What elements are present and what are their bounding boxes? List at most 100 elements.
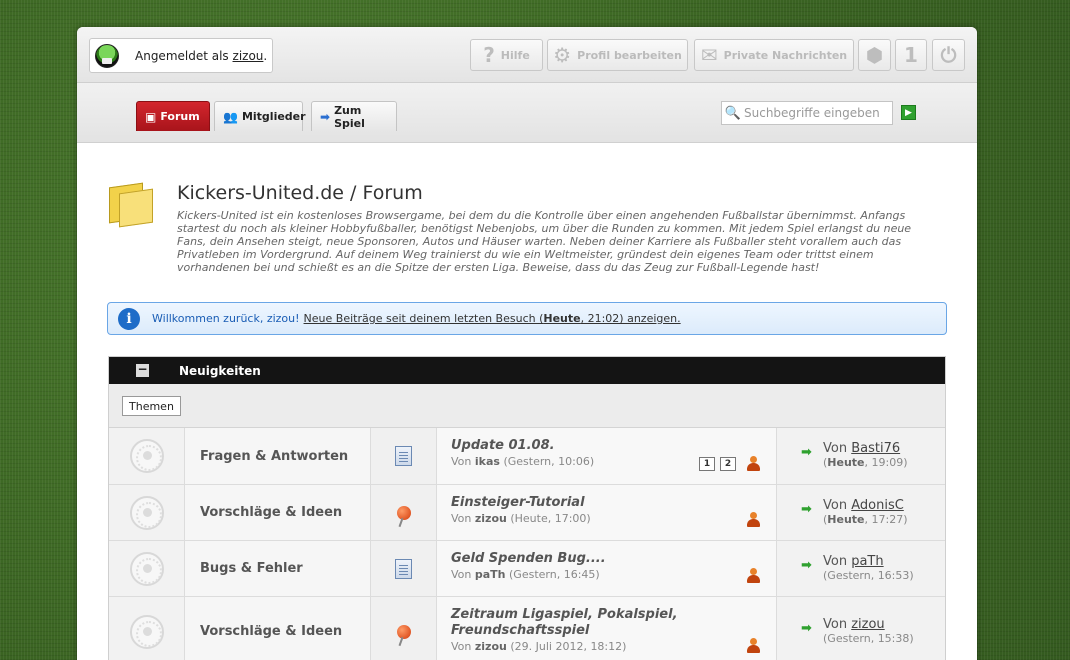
help-label: Hilfe (500, 48, 530, 62)
last-post-user-link[interactable]: paTh (851, 554, 883, 569)
edit-profile-button[interactable]: ⚙ Profil bearbeiten (547, 39, 688, 71)
page-title: Kickers-United.de / Forum (177, 182, 423, 204)
user-icon (746, 568, 760, 584)
forum-icon: ▣ (145, 109, 157, 124)
search-input[interactable] (744, 106, 884, 120)
user-icon (746, 512, 760, 528)
topic-by-prefix: Von (451, 568, 472, 581)
topic-type-cell (371, 485, 437, 540)
gear-icon: ⚙ (553, 43, 572, 67)
topic-author: zizou (474, 640, 507, 653)
search-box: 🔍 (721, 101, 893, 125)
search-submit-button[interactable]: ▶ (901, 105, 916, 120)
last-post-by-prefix: Von (823, 441, 848, 456)
topic-cell: Geld Spenden Bug.... Von paTh (Gestern, … (437, 541, 777, 596)
private-messages-button[interactable]: ✉ Private Nachrichten (694, 39, 854, 71)
status-cell (109, 597, 185, 660)
last-post-day: Heute (827, 513, 865, 526)
document-icon (395, 558, 412, 579)
themen-button[interactable]: Themen (122, 396, 181, 416)
new-posts-link-suffix: , 21:02) anzeigen. (580, 312, 681, 325)
last-post-cell: ➡ Von AdonisC (Heute, 17:27) (777, 485, 945, 540)
notifications-button[interactable]: ⬢ (858, 39, 891, 71)
last-post-author-line: Von Basti76 (823, 441, 945, 456)
status-cell (109, 485, 185, 540)
last-post-by-prefix: Von (823, 498, 848, 513)
last-post-by-prefix: Von (823, 554, 848, 569)
logged-in-suffix: . (263, 48, 268, 63)
username-link[interactable]: zizou (233, 49, 264, 63)
last-post-day: Heute (827, 456, 865, 469)
section-header: − Neuigkeiten (109, 357, 945, 384)
logged-in-text: Angemeldet als zizou. (135, 49, 267, 63)
counter-button[interactable]: 1 (895, 39, 927, 71)
table-row: Fragen & Antworten Update 01.08. Von ika… (109, 428, 945, 485)
board-name[interactable]: Fragen & Antworten (185, 428, 371, 484)
pin-icon (396, 624, 411, 639)
user-bar: Angemeldet als zizou. ? Hilfe ⚙ Profil b… (77, 27, 977, 83)
collapse-button[interactable]: − (136, 363, 149, 377)
topic-author: paTh (474, 568, 506, 581)
page-link[interactable]: 1 (699, 457, 715, 471)
help-button[interactable]: ? Hilfe (470, 39, 543, 71)
topic-title[interactable]: Update 01.08. (451, 438, 762, 454)
last-post-author-line: Von AdonisC (823, 498, 945, 513)
topic-title[interactable]: Zeitraum Ligaspiel, Pokalspiel, Freundsc… (451, 607, 716, 639)
board-name[interactable]: Bugs & Fehler (185, 541, 371, 596)
last-post-time: (Gestern, 16:53) (823, 569, 914, 582)
arrow-right-icon: ➡ (801, 558, 812, 573)
board-name[interactable]: Vorschläge & Ideen (185, 485, 371, 540)
topic-cell: Zeitraum Ligaspiel, Pokalspiel, Freundsc… (437, 597, 777, 660)
topic-type-cell (371, 428, 437, 484)
board-name[interactable]: Vorschläge & Ideen (185, 597, 371, 660)
topic-type-cell (371, 597, 437, 660)
tab-to-game[interactable]: ➡ Zum Spiel (311, 101, 397, 131)
last-post-cell: ➡ Von paTh (Gestern, 16:53) (777, 541, 945, 596)
topic-time: (Heute, 17:00) (510, 512, 591, 525)
pin-icon (396, 505, 411, 520)
count-label: 1 (904, 43, 918, 67)
section-subbar: Themen (109, 384, 945, 428)
members-icon: 👥 (223, 109, 238, 124)
arrow-right-icon: ➡ (320, 109, 331, 124)
last-post-by-prefix: Von (823, 617, 848, 632)
table-row: Vorschläge & Ideen Einsteiger-Tutorial V… (109, 485, 945, 541)
arrow-right-icon: ➡ (801, 445, 812, 460)
last-post-cell: ➡ Von Basti76 (Heute, 19:09) (777, 428, 945, 484)
tab-members[interactable]: 👥 Mitglieder (214, 101, 306, 131)
welcome-greeting: Willkommen zurück, zizou! (152, 312, 300, 325)
folder-icon (107, 179, 155, 228)
user-icon (746, 456, 760, 472)
new-posts-link-day: Heute (543, 312, 581, 325)
envelope-icon: ✉ (700, 43, 718, 67)
section-title: Neuigkeiten (179, 363, 261, 378)
table-row: Bugs & Fehler Geld Spenden Bug.... Von p… (109, 541, 945, 597)
last-post-time-text: , 19:09) (864, 456, 908, 469)
logout-button[interactable]: ⏻ (932, 39, 965, 71)
tab-forum[interactable]: ▣ Forum (136, 101, 210, 131)
page-link[interactable]: 2 (720, 457, 736, 471)
topic-cell: Einsteiger-Tutorial Von zizou (Heute, 17… (437, 485, 777, 540)
forum-page: Angemeldet als zizou. ? Hilfe ⚙ Profil b… (77, 27, 977, 660)
topic-title[interactable]: Geld Spenden Bug.... (451, 551, 762, 567)
topic-time: (Gestern, 16:45) (509, 568, 600, 581)
topic-title[interactable]: Einsteiger-Tutorial (451, 495, 762, 511)
last-post-time: (Gestern, 15:38) (823, 632, 914, 645)
question-icon: ? (483, 43, 495, 67)
topic-time: (Gestern, 10:06) (503, 455, 595, 468)
last-post-cell: ➡ Von zizou (Gestern, 15:38) (777, 597, 945, 660)
last-post-author-line: Von paTh (823, 554, 945, 569)
last-post-user-link[interactable]: AdonisC (851, 498, 904, 513)
new-posts-link[interactable]: Neue Beiträge seit deinem letzten Besuch… (304, 312, 681, 325)
last-post-user-link[interactable]: zizou (851, 617, 884, 632)
new-posts-link-prefix: Neue Beiträge seit deinem letzten Besuch… (303, 312, 544, 325)
power-icon: ⏻ (940, 43, 957, 67)
topic-by-prefix: Von (451, 455, 472, 468)
document-icon (395, 446, 412, 466)
topic-cell: Update 01.08. Von ikas (Gestern, 10:06) … (437, 428, 777, 484)
last-post-time: (Heute, 17:27) (823, 513, 908, 526)
last-post-time: (Heute, 19:09) (823, 456, 908, 469)
topic-author: ikas (474, 455, 500, 468)
user-icon (746, 638, 760, 654)
last-post-user-link[interactable]: Basti76 (851, 441, 900, 456)
